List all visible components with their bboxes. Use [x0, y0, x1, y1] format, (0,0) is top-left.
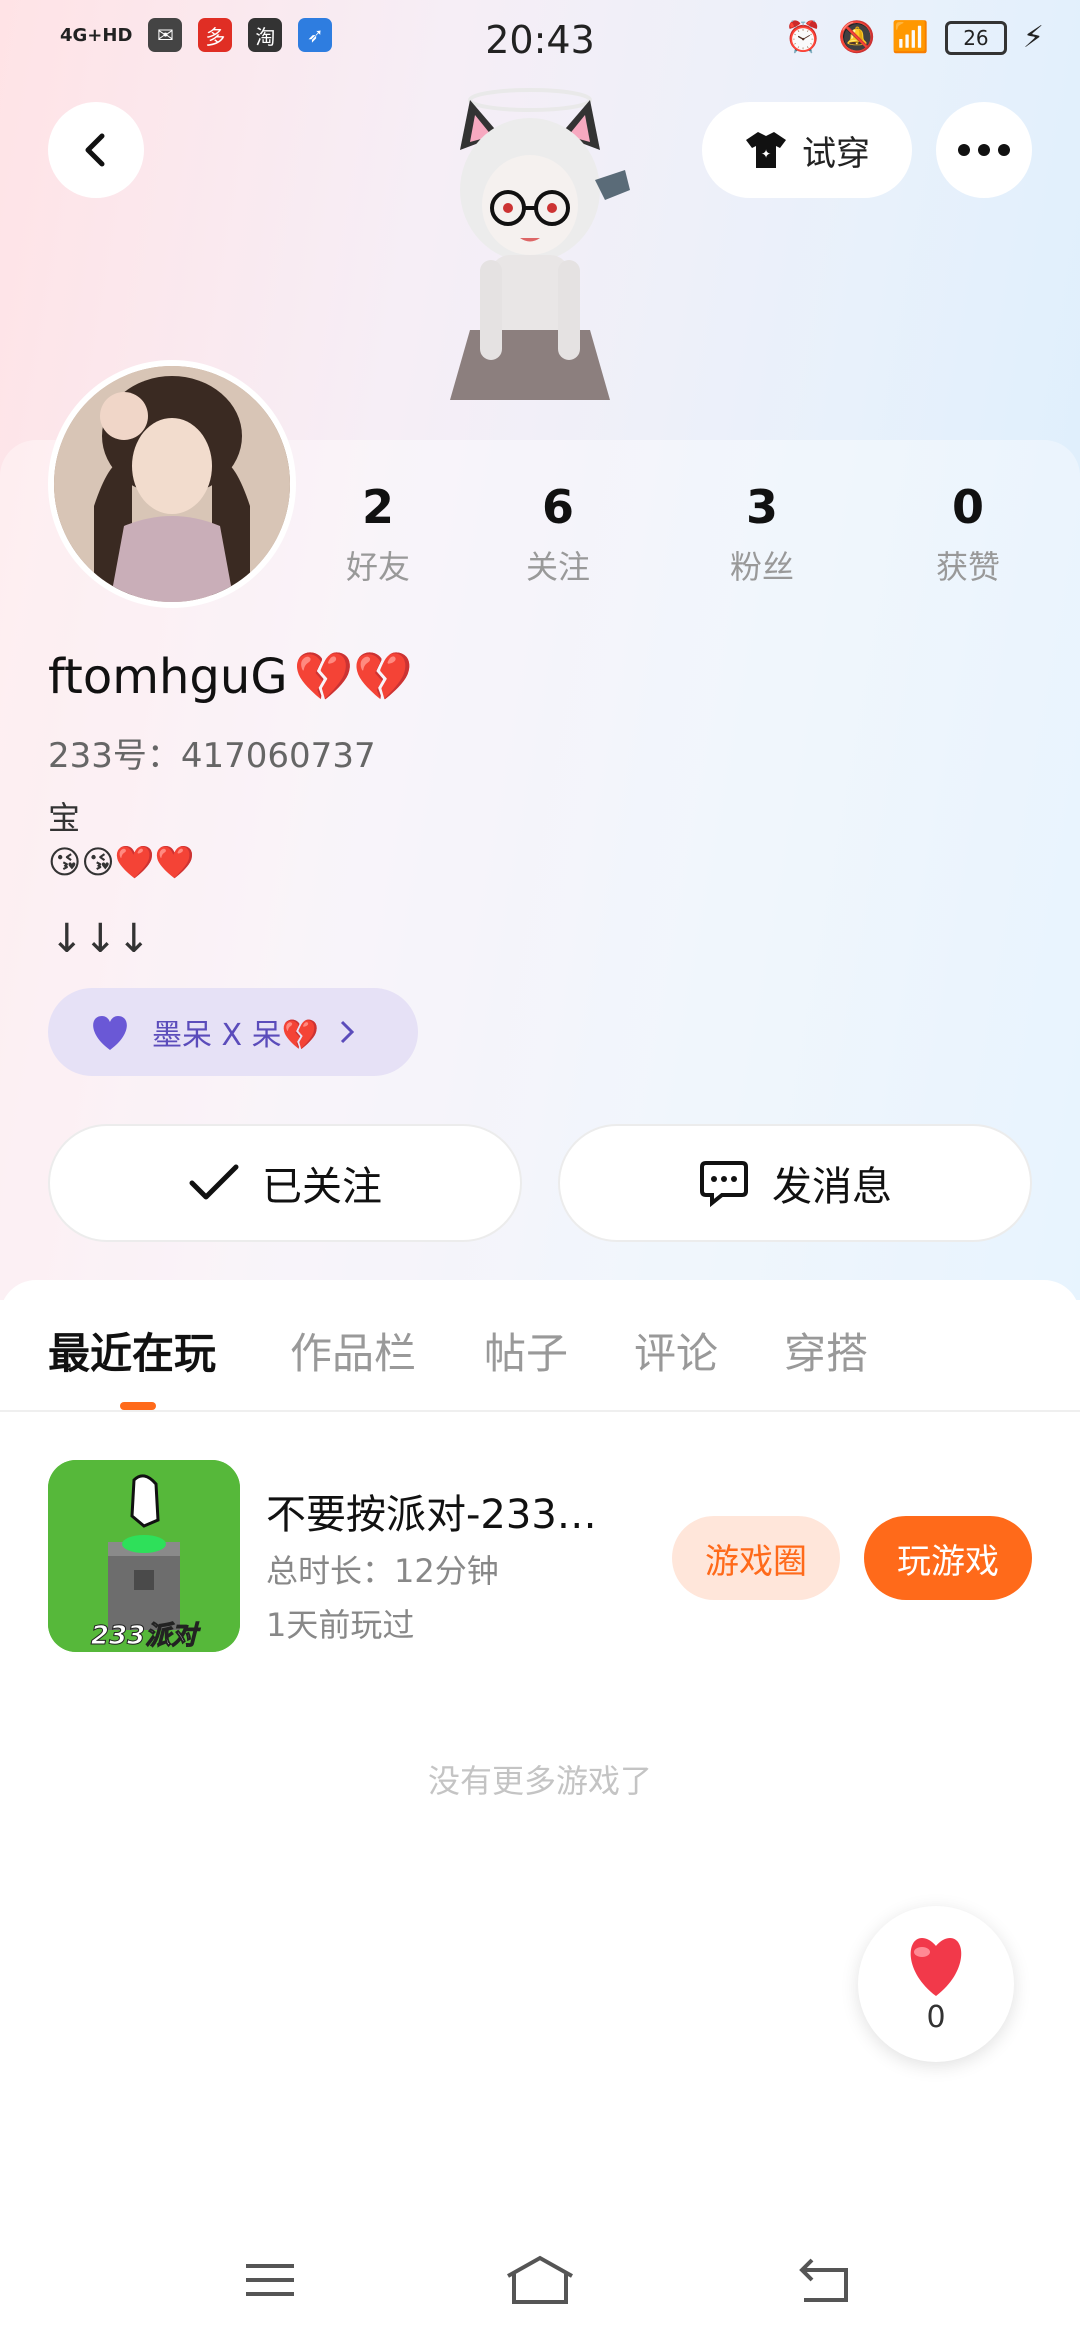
stat-likes[interactable]: 0 获赞	[898, 480, 1038, 588]
game-thumbnail-badge: 233派对	[91, 1621, 201, 1651]
message-label: 发消息	[772, 1164, 892, 1210]
try-on-label: 试穿	[802, 133, 870, 174]
profile-avatar[interactable]	[48, 360, 296, 608]
like-count: 0	[926, 1999, 946, 2035]
relationship-tag[interactable]: 墨呆 X 呆💔	[48, 988, 418, 1076]
bio-line-1: 宝	[48, 799, 81, 837]
play-game-button[interactable]: 玩游戏	[864, 1516, 1032, 1600]
tshirt-icon: ✦	[746, 132, 786, 168]
like-button[interactable]: 0	[858, 1906, 1014, 2062]
relationship-tag-label: 墨呆 X 呆💔	[152, 1018, 319, 1053]
game-last-played: 1天前玩过	[266, 1606, 415, 1644]
content-panel	[0, 1280, 1080, 2340]
stat-following-value: 6	[541, 480, 574, 534]
wifi-icon: 📶	[891, 20, 929, 55]
tab-outfits[interactable]: 穿搭	[784, 1320, 868, 1381]
followed-label: 已关注	[262, 1164, 382, 1210]
back-nav-icon	[799, 2258, 848, 2302]
game-list-item[interactable]: 233派对 不要按派对-233… 总时长：12分钟 1天前玩过 游戏圈 玩游戏	[0, 1460, 1080, 1660]
stat-likes-value: 0	[951, 480, 984, 534]
menu-icon	[246, 2264, 294, 2296]
stat-friends[interactable]: 2 好友	[308, 480, 448, 588]
heart-icon	[910, 1937, 962, 1996]
back-arrow-icon	[85, 133, 105, 167]
status-right-icons: ⏰ 🔕 📶 26 ⚡	[785, 20, 1044, 55]
game-thumbnail[interactable]: 233派对	[48, 1460, 240, 1652]
bio-line-2: 😘😘❤️❤️	[48, 843, 195, 881]
purple-heart-icon	[93, 1016, 127, 1050]
stat-friends-value: 2	[361, 480, 394, 534]
back-nav-button[interactable]	[784, 2250, 864, 2310]
home-icon	[507, 2255, 573, 2304]
no-more-games-text: 没有更多游戏了	[427, 1762, 652, 1800]
more-dots-icon	[958, 144, 1010, 156]
stat-following[interactable]: 6 关注	[488, 480, 628, 588]
charging-icon: ⚡	[1022, 20, 1044, 55]
stat-fans[interactable]: 3 粉丝	[692, 480, 832, 588]
tab-recently-played[interactable]: 最近在玩	[48, 1320, 216, 1381]
chevron-right-icon	[340, 1020, 355, 1044]
status-bar: 4G+HD ✉ 多 淘 ➶ 20:43 ⏰ 🔕 📶 26 ⚡	[0, 0, 1080, 80]
more-button[interactable]	[936, 102, 1032, 198]
tab-posts[interactable]: 帖子	[484, 1320, 568, 1381]
menu-nav-button[interactable]	[230, 2250, 310, 2310]
game-thumbnail-image: 233派对	[48, 1460, 240, 1652]
stat-following-label: 关注	[525, 548, 590, 586]
avatar-photo-image	[54, 366, 290, 602]
battery-icon: 26	[944, 20, 1007, 55]
avatar-character-image	[450, 88, 630, 400]
back-button[interactable]	[48, 102, 144, 198]
check-icon	[189, 1164, 239, 1200]
tab-comments[interactable]: 评论	[634, 1320, 718, 1381]
tab-indicator	[120, 1402, 156, 1410]
system-navigation-bar	[0, 2220, 1080, 2340]
stat-friends-label: 好友	[345, 548, 410, 586]
game-circle-button[interactable]: 游戏圈	[672, 1516, 840, 1600]
username: ftomhguG 💔💔	[48, 648, 414, 706]
game-title: 不要按派对-233…	[266, 1492, 597, 1538]
game-duration: 总时长：12分钟	[266, 1552, 499, 1590]
stat-likes-label: 获赞	[935, 548, 1000, 586]
tab-divider	[0, 1410, 1080, 1412]
followed-button[interactable]: 已关注	[48, 1124, 522, 1242]
user-id: 233号：417060737	[48, 736, 376, 776]
stat-fans-label: 粉丝	[729, 548, 794, 586]
svg-text:✦: ✦	[761, 147, 771, 161]
alarm-icon: ⏰	[784, 20, 823, 55]
tab-works[interactable]: 作品栏	[290, 1320, 416, 1381]
home-nav-button[interactable]	[500, 2250, 580, 2310]
bio: 宝 😘😘❤️❤️	[48, 796, 194, 884]
username-text: ftomhguG	[48, 648, 288, 705]
stat-fans-value: 3	[745, 480, 778, 534]
username-emoji: 💔💔	[293, 649, 414, 705]
mute-icon: 🔕	[838, 20, 876, 55]
bio-arrows: ↓↓↓	[50, 916, 151, 962]
message-button[interactable]: 发消息	[558, 1124, 1032, 1242]
try-on-button[interactable]: ✦ 试穿	[702, 102, 912, 198]
chat-bubble-icon	[700, 1161, 748, 1208]
